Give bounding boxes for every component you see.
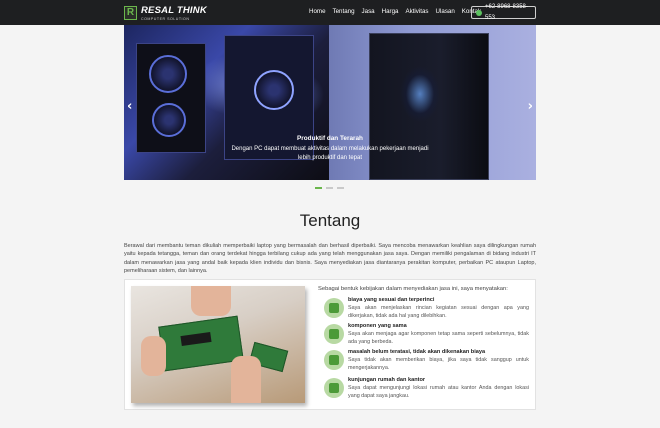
nav-ulasan[interactable]: Ulasan (436, 8, 455, 15)
money-icon (324, 350, 344, 370)
logo-mark: R (124, 6, 137, 20)
brand-name: RESAL THINK (141, 5, 207, 16)
carousel-next-button[interactable]: › (528, 100, 533, 113)
caption-title: Produktif dan Terarah (297, 135, 363, 142)
policy-intro: Sebagai bentuk kebijakan dalam menyediak… (318, 286, 508, 292)
brand-tagline: COMPUTER SOLUTION (141, 17, 190, 21)
feature-desc: Saya dapat mengunjungi lokasi rumah atau… (348, 385, 529, 399)
feature-title: komponen yang sama (348, 323, 407, 329)
phone-number: +62-8968-8358-553 (485, 3, 528, 21)
building-icon (324, 378, 344, 398)
nav-home[interactable]: Home (309, 8, 326, 15)
nav-jasa[interactable]: Jasa (362, 8, 375, 15)
feature-title: biaya yang sesuai dan terperinci (348, 297, 435, 303)
hero-carousel: Produktif dan Terarah Dengan PC dapat me… (124, 25, 536, 180)
feature-desc: Saya akan menjaga agar komponen tetap sa… (348, 331, 529, 345)
about-paragraph: Berawal dari membantu teman dikuliah mem… (124, 243, 536, 275)
check-icon (324, 324, 344, 344)
nav-harga[interactable]: Harga (382, 8, 399, 15)
nav-tentang[interactable]: Tentang (333, 8, 355, 15)
carousel-prev-button[interactable]: ‹ (127, 100, 132, 113)
nav-aktivitas[interactable]: Aktivitas (405, 8, 428, 15)
whatsapp-button[interactable]: +62-8968-8358-553 (471, 4, 536, 21)
whatsapp-icon (476, 9, 482, 16)
main-nav: Home Tentang Jasa Harga Aktivitas Ulasan… (309, 8, 488, 15)
feature-title: kunjungan rumah dan kantor (348, 377, 426, 383)
feature-desc: Saya akan menjelaskan rincian kegiatan s… (348, 305, 529, 319)
carousel-indicator-3[interactable] (337, 187, 344, 189)
carousel-indicator-1[interactable] (315, 187, 322, 189)
feature-desc: Saya tidak akan memberikan biaya, jika s… (348, 357, 529, 371)
brand-logo[interactable]: R RESAL THINK COMPUTER SOLUTION (124, 5, 207, 21)
caption-text: Dengan PC dapat membuat aktivitas dalam … (231, 146, 429, 161)
section-title-tentang: Tentang (299, 211, 361, 230)
about-card: Sebagai bentuk kebijakan dalam menyediak… (124, 279, 536, 410)
navbar: R RESAL THINK COMPUTER SOLUTION Home Ten… (0, 0, 660, 25)
carousel-indicator-2[interactable] (326, 187, 333, 189)
feature-title: masalah belum teratasi, tidak akan diken… (348, 349, 486, 355)
carousel-caption: Produktif dan Terarah Dengan PC dapat me… (124, 135, 536, 163)
handshake-icon (324, 298, 344, 318)
repair-photo (131, 286, 305, 403)
carousel-indicators (315, 187, 348, 189)
